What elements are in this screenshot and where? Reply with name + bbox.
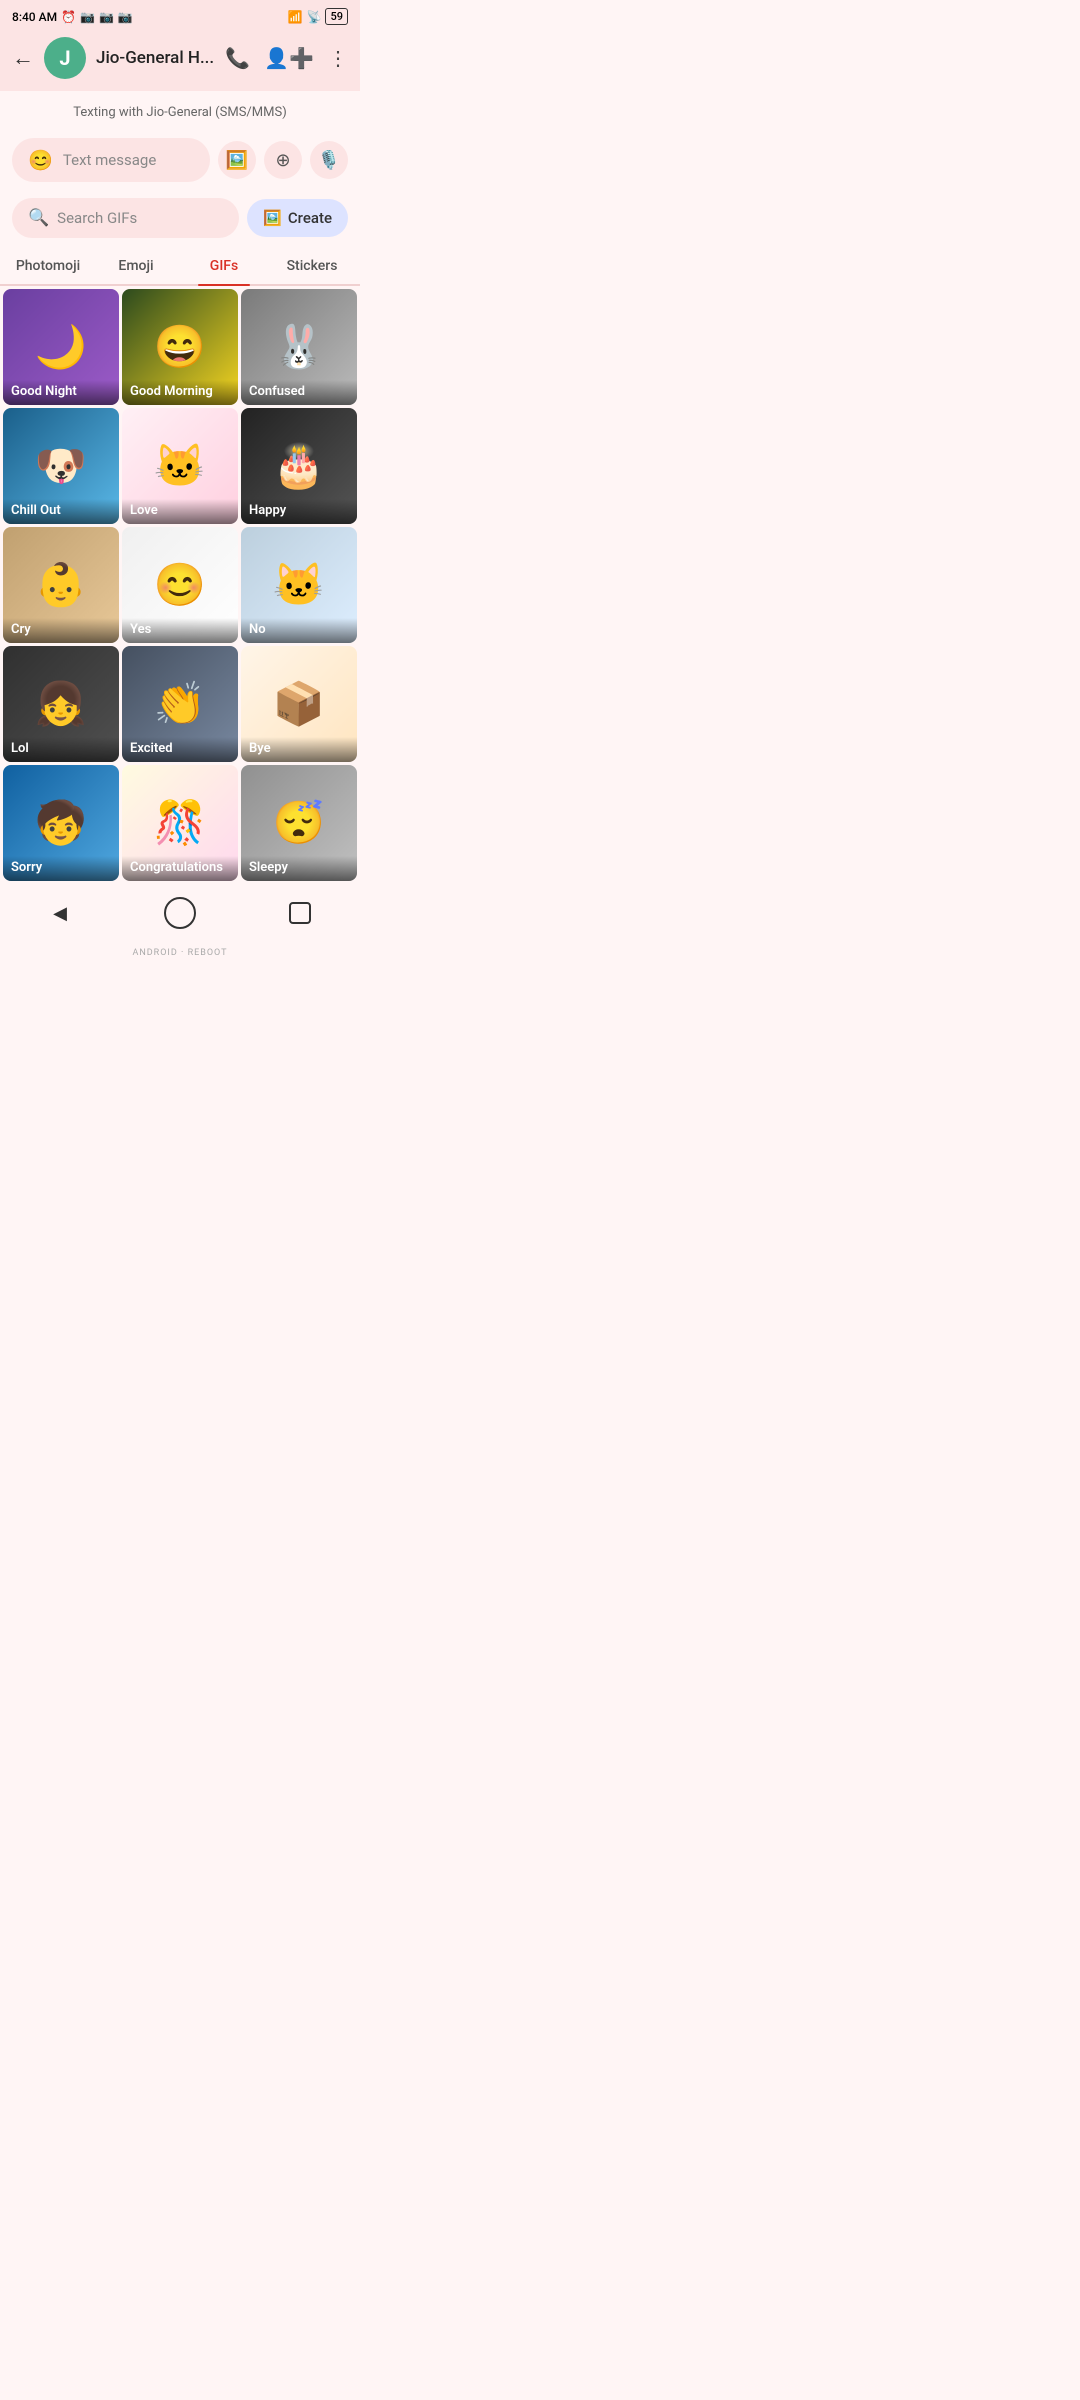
texting-info: Texting with Jio-General (SMS/MMS): [0, 91, 360, 130]
brand-footer: ANDROID · REBOOT: [0, 946, 360, 966]
gif-label-good-night: Good Night: [3, 380, 119, 405]
search-placeholder: Search GIFs: [57, 209, 137, 227]
gif-label-good-morning: Good Morning: [122, 380, 238, 405]
gif-cell-sorry[interactable]: 🧒 Sorry: [3, 765, 119, 881]
gif-emoji-happy: 🎂: [273, 442, 325, 491]
home-circle-icon: [164, 897, 196, 929]
message-placeholder: Text message: [63, 151, 194, 169]
message-input-row: 😊 Text message 🖼️ ⊕ 🎙️: [0, 130, 360, 190]
gif-label-congratulations: Congratulations: [122, 856, 238, 881]
message-input-box[interactable]: 😊 Text message: [12, 138, 210, 182]
status-time: 8:40 AM ⏰ 📷 📷 📷: [12, 10, 133, 24]
tab-photomoji[interactable]: Photomoji: [4, 248, 92, 284]
gif-emoji-confused: 🐰: [273, 323, 325, 372]
bottom-nav: ◀: [0, 884, 360, 946]
gif-emoji-good-night: 🌙: [35, 323, 87, 372]
avatar: J: [44, 37, 86, 79]
search-icon: 🔍: [28, 208, 49, 228]
gif-emoji-yes: 😊: [154, 561, 206, 610]
emoji-icon[interactable]: 😊: [28, 148, 53, 172]
gif-cell-confused[interactable]: 🐰 Confused: [241, 289, 357, 405]
tab-gifs[interactable]: GIFs: [180, 248, 268, 284]
brand-text: ANDROID · REBOOT: [132, 948, 227, 958]
gif-emoji-no: 🐱: [273, 561, 325, 610]
alarm-icon: ⏰: [61, 10, 76, 24]
texting-info-text: Texting with Jio-General (SMS/MMS): [73, 105, 286, 120]
recent-nav-button[interactable]: [281, 894, 319, 932]
status-icons: 📶 📡 59: [288, 8, 348, 25]
gif-label-lol: Lol: [3, 737, 119, 762]
gif-label-bye: Bye: [241, 737, 357, 762]
gif-emoji-cry: 👶: [35, 561, 87, 610]
instagram-icon: 📷: [80, 10, 95, 24]
recent-square-icon: [289, 902, 311, 924]
signal-icon: 📶: [288, 10, 303, 24]
gif-label-love: Love: [122, 499, 238, 524]
gif-grid: 🌙 Good Night 😄 Good Morning 🐰 Confused 🐶…: [0, 286, 360, 884]
tabs-bar: Photomoji Emoji GIFs Stickers: [0, 248, 360, 286]
home-nav-button[interactable]: [161, 894, 199, 932]
gif-emoji-bye: 📦: [273, 680, 325, 729]
gif-cell-cry[interactable]: 👶 Cry: [3, 527, 119, 643]
gif-emoji-sorry: 🧒: [35, 799, 87, 848]
gif-cell-congratulations[interactable]: 🎊 Congratulations: [122, 765, 238, 881]
back-triangle-icon: ◀: [53, 903, 67, 924]
instagram-icon2: 📷: [99, 10, 114, 24]
contact-name: Jio-General H...: [96, 48, 215, 68]
call-icon[interactable]: 📞: [225, 46, 250, 70]
status-bar: 8:40 AM ⏰ 📷 📷 📷 📶 📡 59: [0, 0, 360, 29]
media-attach-button[interactable]: 🖼️: [218, 141, 256, 179]
gif-cell-love[interactable]: 🐱 Love: [122, 408, 238, 524]
tab-stickers[interactable]: Stickers: [268, 248, 356, 284]
gif-label-cry: Cry: [3, 618, 119, 643]
gif-cell-yes[interactable]: 😊 Yes: [122, 527, 238, 643]
gif-cell-happy[interactable]: 🎂 Happy: [241, 408, 357, 524]
gif-emoji-love: 🐱: [154, 442, 206, 491]
gif-emoji-congratulations: 🎊: [154, 799, 206, 848]
gif-cell-chill-out[interactable]: 🐶 Chill Out: [3, 408, 119, 524]
create-icon: 🖼️: [263, 209, 282, 227]
gif-emoji-lol: 👧: [35, 680, 87, 729]
instagram-icon3: 📷: [118, 10, 133, 24]
header: ← J Jio-General H... 📞 👤➕ ⋮: [0, 29, 360, 91]
gif-cell-excited[interactable]: 👏 Excited: [122, 646, 238, 762]
gif-cell-bye[interactable]: 📦 Bye: [241, 646, 357, 762]
gif-label-sorry: Sorry: [3, 856, 119, 881]
add-button[interactable]: ⊕: [264, 141, 302, 179]
gif-cell-good-night[interactable]: 🌙 Good Night: [3, 289, 119, 405]
more-options-icon[interactable]: ⋮: [328, 46, 348, 70]
back-button[interactable]: ←: [12, 45, 34, 71]
back-nav-button[interactable]: ◀: [41, 894, 79, 932]
gif-label-chill-out: Chill Out: [3, 499, 119, 524]
gif-emoji-chill-out: 🐶: [35, 442, 87, 491]
gif-cell-good-morning[interactable]: 😄 Good Morning: [122, 289, 238, 405]
gif-emoji-excited: 👏: [154, 680, 206, 729]
search-row: 🔍 Search GIFs 🖼️ Create: [0, 190, 360, 248]
tab-emoji[interactable]: Emoji: [92, 248, 180, 284]
search-box[interactable]: 🔍 Search GIFs: [12, 198, 239, 238]
gif-label-happy: Happy: [241, 499, 357, 524]
gif-label-yes: Yes: [122, 618, 238, 643]
gif-label-no: No: [241, 618, 357, 643]
gif-cell-lol[interactable]: 👧 Lol: [3, 646, 119, 762]
create-label: Create: [288, 209, 332, 227]
time-text: 8:40 AM: [12, 10, 57, 24]
create-button[interactable]: 🖼️ Create: [247, 199, 348, 237]
gif-emoji-good-morning: 😄: [154, 323, 206, 372]
voice-button[interactable]: 🎙️: [310, 141, 348, 179]
header-actions: 📞 👤➕ ⋮: [225, 46, 348, 70]
gif-label-sleepy: Sleepy: [241, 856, 357, 881]
add-contact-icon[interactable]: 👤➕: [264, 46, 314, 70]
wifi-icon: 📡: [307, 10, 322, 24]
battery-text: 59: [325, 8, 348, 25]
gif-cell-no[interactable]: 🐱 No: [241, 527, 357, 643]
gif-label-confused: Confused: [241, 380, 357, 405]
gif-label-excited: Excited: [122, 737, 238, 762]
gif-emoji-sleepy: 😴: [273, 799, 325, 848]
gif-cell-sleepy[interactable]: 😴 Sleepy: [241, 765, 357, 881]
